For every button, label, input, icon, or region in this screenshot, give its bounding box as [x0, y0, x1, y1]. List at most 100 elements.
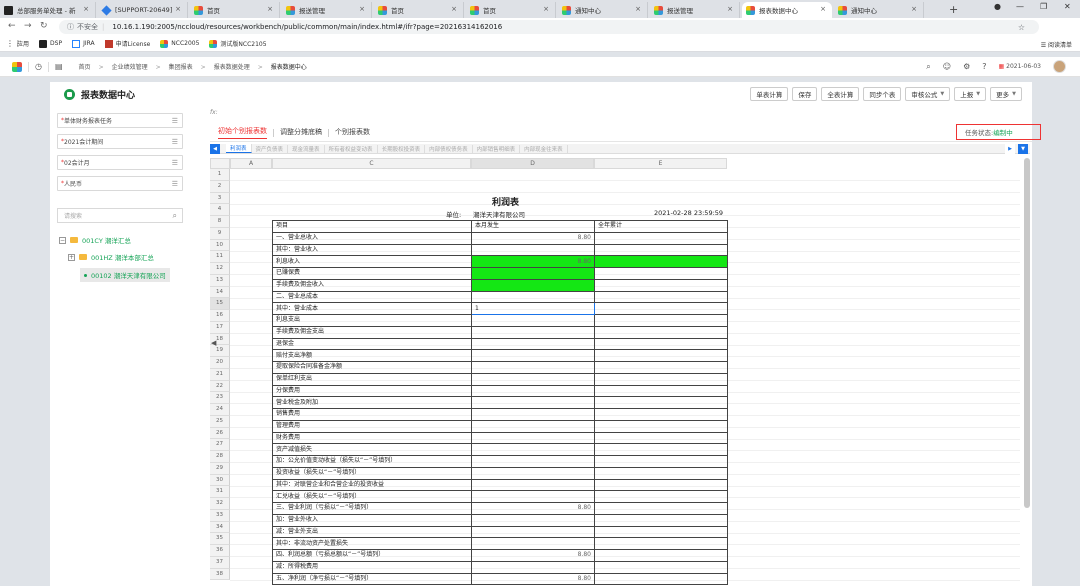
browser-tab[interactable]: 报表数据中心 ×	[742, 2, 832, 18]
search-icon[interactable]: ⌕	[173, 211, 177, 221]
row-number[interactable]: 38	[210, 568, 230, 581]
tree-node-cy[interactable]: −001CY 潮洋汇总	[59, 235, 131, 245]
sheet-tab[interactable]: 内部现金往来表	[520, 144, 568, 153]
search-icon[interactable]: ⌕	[926, 62, 930, 72]
sheet-tab[interactable]: 现金流量表	[288, 144, 325, 153]
year-value-cell[interactable]	[594, 443, 728, 456]
month-value-cell[interactable]	[471, 408, 595, 421]
tab-adjust[interactable]: 调整分摊底稿	[280, 127, 322, 139]
bookmark-license[interactable]: 申请License	[104, 39, 150, 48]
audit-formula-button[interactable]: 审核公式 ▼	[905, 87, 951, 101]
bookmark-ncc2005[interactable]: NCC2005	[160, 39, 199, 48]
row-number[interactable]: 28	[210, 451, 230, 463]
year-value-cell[interactable]	[594, 325, 728, 339]
row-number[interactable]: 10	[210, 239, 230, 252]
collapse-icon[interactable]: −	[59, 236, 66, 244]
browser-tab[interactable]: 报送管理 ×	[282, 2, 372, 18]
submit-button[interactable]: 上报 ▼	[954, 87, 987, 101]
row-number[interactable]: 30	[210, 474, 230, 487]
year-value-cell[interactable]	[594, 478, 728, 492]
list-icon[interactable]: ☰	[172, 138, 178, 146]
row-label-cell[interactable]: 分保费用	[272, 384, 472, 398]
minimize-icon[interactable]: —	[1016, 2, 1024, 11]
year-value-cell[interactable]	[594, 537, 728, 550]
month-value-cell[interactable]: 8.80	[471, 231, 595, 245]
column-header[interactable]: D	[471, 158, 594, 169]
row-label-cell[interactable]: 其中：非流动资产处置损失	[272, 537, 472, 550]
month-value-cell[interactable]	[471, 396, 595, 409]
browser-tab[interactable]: 总部服务单处理 - 新 ×	[0, 2, 96, 18]
bookmark-jira[interactable]: JIRA	[72, 39, 95, 48]
row-number[interactable]: 9	[210, 227, 230, 240]
month-value-cell[interactable]	[471, 372, 595, 386]
breadcrumb-item[interactable]: 首页	[79, 64, 91, 71]
year-value-cell[interactable]	[594, 502, 728, 515]
row-number[interactable]: 2	[210, 180, 230, 193]
row-label-cell[interactable]: 营业税金及附加	[272, 396, 472, 409]
row-label-cell[interactable]: 已赚保费	[272, 267, 472, 280]
month-value-cell[interactable]	[471, 290, 595, 304]
row-label-cell[interactable]: 减：所得税费用	[272, 560, 472, 574]
year-value-cell[interactable]	[594, 513, 728, 527]
month-value-cell[interactable]	[471, 513, 595, 527]
row-number[interactable]: 19	[210, 345, 230, 357]
row-number[interactable]: 16	[210, 310, 230, 322]
row-label-cell[interactable]: 资产减值损失	[272, 443, 472, 456]
row-label-cell[interactable]: 四、利润总额（亏损总额以“－”号填列）	[272, 549, 472, 562]
currency-field[interactable]: * 人民币 ☰	[57, 176, 183, 191]
month-value-cell[interactable]	[471, 361, 595, 374]
new-tab-button[interactable]: +	[949, 3, 958, 16]
close-window-icon[interactable]: ✕	[1064, 2, 1071, 11]
vertical-scrollbar[interactable]	[1024, 158, 1030, 508]
row-number[interactable]: 20	[210, 357, 230, 369]
close-tab-icon[interactable]: ×	[359, 5, 365, 13]
year-value-cell[interactable]	[594, 408, 728, 421]
sheet-tab[interactable]: 利润表	[226, 144, 252, 153]
browser-tab[interactable]: 通知中心 ×	[558, 2, 648, 18]
reading-list[interactable]: ☰ 阅读清单	[1041, 40, 1072, 49]
tab-initial[interactable]: 初始个别报表数	[218, 126, 267, 139]
close-tab-icon[interactable]: ×	[451, 5, 457, 13]
row-number[interactable]: 17	[210, 321, 230, 334]
row-label-cell[interactable]: 利息收入	[272, 255, 472, 268]
browser-tab[interactable]: [SUPPORT-20649] ×	[98, 2, 188, 18]
row-number[interactable]: 35	[210, 533, 230, 545]
year-value-cell[interactable]	[594, 337, 728, 351]
month-value-cell[interactable]	[471, 267, 595, 280]
clock-icon[interactable]: ◷	[35, 62, 42, 71]
browser-tab[interactable]: 报送管理 ×	[650, 2, 740, 18]
close-tab-icon[interactable]: ×	[267, 5, 273, 13]
chevron-left-icon[interactable]: ◀	[210, 143, 220, 154]
month-value-cell[interactable]: 8.80	[471, 502, 595, 515]
row-number[interactable]: 31	[210, 486, 230, 498]
help-icon[interactable]: ?	[982, 62, 986, 71]
table-header[interactable]: 项目	[272, 220, 472, 233]
row-number[interactable]: 12	[210, 263, 230, 275]
year-value-cell[interactable]	[594, 560, 728, 574]
browser-tab[interactable]: 通知中心 ×	[834, 2, 924, 18]
month-value-cell[interactable]	[471, 466, 595, 480]
tab-individual[interactable]: 个别报表数	[335, 127, 370, 139]
close-tab-icon[interactable]: ×	[727, 5, 733, 13]
calc-all-button[interactable]: 全表计算	[821, 87, 860, 101]
year-value-cell[interactable]	[594, 361, 728, 374]
year-value-cell[interactable]	[594, 419, 728, 433]
row-label-cell[interactable]: 减：营业外支出	[272, 525, 472, 539]
row-label-cell[interactable]: 加：公允价值变动收益（损失以“－”号填列）	[272, 455, 472, 468]
row-label-cell[interactable]: 三、营业利润（亏损以“－”号填列）	[272, 502, 472, 515]
profile-icon[interactable]: ●	[994, 2, 1001, 11]
row-number[interactable]: 33	[210, 509, 230, 522]
close-tab-icon[interactable]: ×	[911, 5, 917, 13]
sheet-tab[interactable]: 内部债权债务表	[425, 144, 473, 153]
browser-tab[interactable]: 首页 ×	[466, 2, 556, 18]
row-label-cell[interactable]: 手续费及佣金收入	[272, 278, 472, 292]
row-number[interactable]: 25	[210, 415, 230, 428]
browser-tab[interactable]: 首页 ×	[374, 2, 464, 18]
row-label-cell[interactable]: 保单红利支出	[272, 372, 472, 386]
browser-tab[interactable]: 首页 ×	[190, 2, 280, 18]
year-value-cell[interactable]	[594, 549, 728, 562]
breadcrumb-item[interactable]: 企业绩效管理	[112, 64, 148, 71]
breadcrumb-item[interactable]: 报表数据中心	[271, 64, 307, 71]
month-value-cell[interactable]	[471, 314, 595, 327]
month-value-cell[interactable]	[471, 525, 595, 539]
